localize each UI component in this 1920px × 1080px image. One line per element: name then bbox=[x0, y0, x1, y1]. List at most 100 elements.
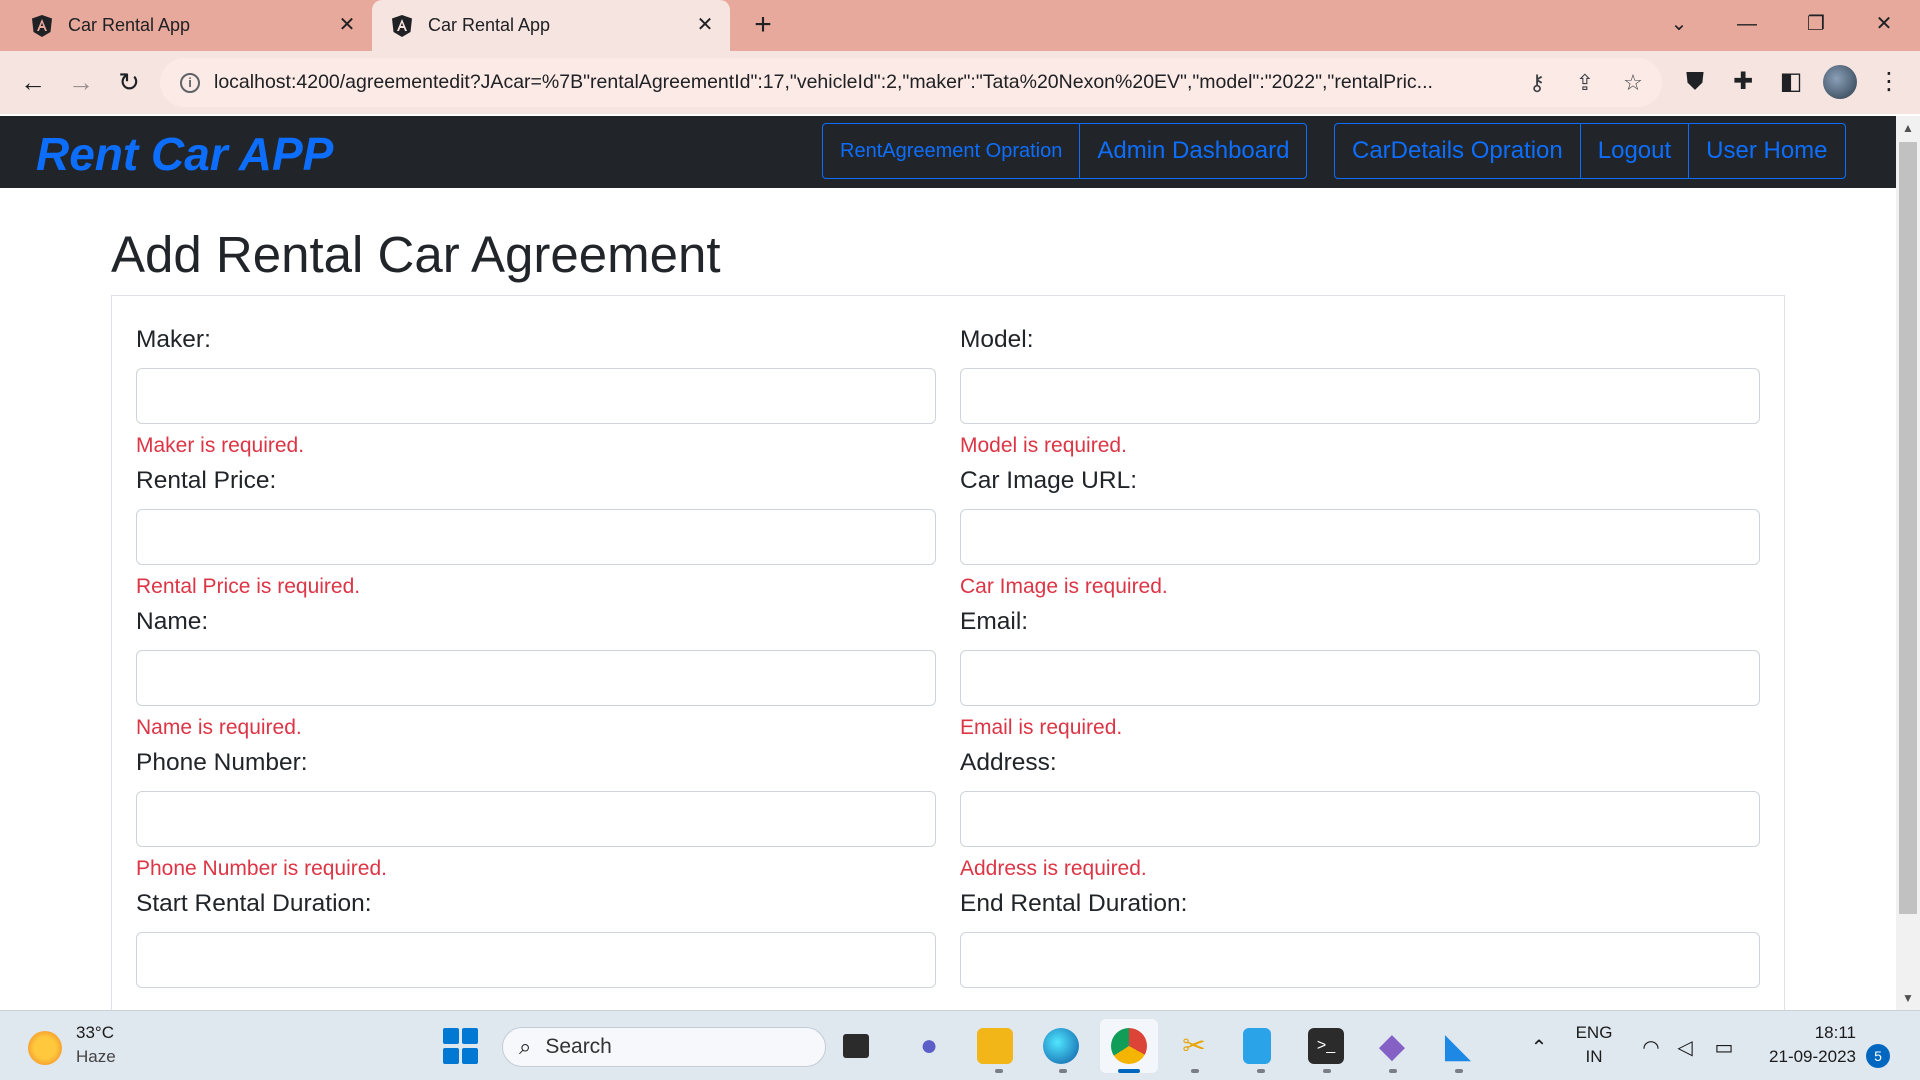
chrome-icon[interactable] bbox=[1111, 1028, 1147, 1064]
maker-error: Maker is required. bbox=[136, 434, 305, 457]
close-tab-icon[interactable]: ✕ bbox=[336, 14, 358, 36]
tab-search-chevron-icon[interactable]: ⌄ bbox=[1659, 8, 1699, 40]
email-input[interactable] bbox=[960, 650, 1760, 706]
phone-number-error: Phone Number is required. bbox=[136, 857, 387, 880]
side-panel-icon[interactable]: ◧ bbox=[1774, 65, 1808, 99]
edge-browser-icon[interactable] bbox=[1043, 1028, 1079, 1064]
profile-avatar[interactable] bbox=[1823, 65, 1857, 99]
terminal-icon[interactable]: >_ bbox=[1308, 1028, 1344, 1064]
restore-icon[interactable]: ❐ bbox=[1796, 8, 1836, 40]
reload-icon[interactable]: ↻ bbox=[110, 63, 148, 101]
wifi-icon[interactable]: ◠ bbox=[1638, 1035, 1664, 1060]
snipping-tool-icon[interactable]: ✂ bbox=[1176, 1028, 1212, 1064]
start-rental-duration-label: Start Rental Duration: bbox=[136, 890, 372, 917]
browser-tab-1[interactable]: Car Rental App ✕ bbox=[0, 0, 372, 51]
app-navbar: Rent Car APP RentAgreement Opration Admi… bbox=[0, 116, 1896, 188]
model-error: Model is required. bbox=[960, 434, 1127, 457]
site-info-icon[interactable]: i bbox=[180, 72, 200, 93]
browser-tab-2-active[interactable]: Car Rental App ✕ bbox=[372, 0, 730, 51]
admin-dashboard-button[interactable]: Admin Dashboard bbox=[1080, 124, 1306, 178]
new-tab-button[interactable]: + bbox=[748, 10, 778, 40]
battery-icon[interactable]: ▭ bbox=[1711, 1035, 1737, 1060]
notification-badge[interactable]: 5 bbox=[1866, 1044, 1890, 1068]
weather-description[interactable]: Haze bbox=[76, 1047, 116, 1067]
search-label: Search bbox=[545, 1035, 612, 1058]
language-code[interactable]: ENG bbox=[1574, 1023, 1614, 1043]
nav-button-group-2: CarDetails Opration Logout User Home bbox=[1334, 123, 1846, 179]
extensions-puzzle-icon[interactable]: ✚ bbox=[1726, 65, 1760, 99]
email-label: Email: bbox=[960, 608, 1029, 635]
taskbar-search[interactable]: ⌕ Search bbox=[502, 1027, 826, 1067]
chevron-up-icon[interactable]: ⌃ bbox=[1526, 1035, 1552, 1060]
email-error: Email is required. bbox=[960, 716, 1123, 739]
rentagreement-opration-button[interactable]: RentAgreement Opration bbox=[823, 124, 1081, 178]
teams-chat-icon[interactable]: ● bbox=[911, 1028, 947, 1064]
windows-start-icon[interactable] bbox=[443, 1028, 479, 1064]
scroll-up-arrow-icon[interactable]: ▲ bbox=[1896, 116, 1920, 140]
window-close-icon[interactable]: ✕ bbox=[1864, 8, 1904, 40]
address-error: Address is required. bbox=[960, 857, 1147, 880]
maker-label: Maker: bbox=[136, 326, 211, 353]
clock-time[interactable]: 18:11 bbox=[1756, 1023, 1856, 1043]
end-rental-duration-input[interactable] bbox=[960, 932, 1760, 988]
running-indicator bbox=[1389, 1069, 1397, 1073]
minimize-icon[interactable]: — bbox=[1727, 8, 1767, 40]
angular-icon bbox=[32, 14, 52, 37]
vscode-icon[interactable]: ◣ bbox=[1440, 1028, 1476, 1064]
weather-temperature[interactable]: 33°C bbox=[76, 1023, 114, 1043]
active-indicator bbox=[1118, 1069, 1140, 1073]
search-icon: ⌕ bbox=[519, 1034, 532, 1059]
back-arrow-icon[interactable]: ← bbox=[14, 63, 52, 101]
running-indicator bbox=[1257, 1069, 1265, 1073]
bookmark-star-icon[interactable]: ☆ bbox=[1620, 70, 1646, 96]
tab-title: Car Rental App bbox=[428, 15, 551, 35]
rental-price-input[interactable] bbox=[136, 509, 936, 565]
browser-toolbar: ← → ↻ i localhost:4200/agreementedit?JAc… bbox=[0, 51, 1920, 114]
windows-taskbar: 33°C Haze ⌕ Search ● ✂ >_ ◆ ◣ ⌃ ENG IN ◠… bbox=[0, 1010, 1920, 1080]
share-icon[interactable]: ⇪ bbox=[1572, 70, 1598, 96]
running-indicator bbox=[1191, 1069, 1199, 1073]
visual-studio-icon[interactable]: ◆ bbox=[1374, 1028, 1410, 1064]
name-input[interactable] bbox=[136, 650, 936, 706]
car-image-error: Car Image is required. bbox=[960, 575, 1168, 598]
browser-tabstrip: Car Rental App ✕ Car Rental App ✕ + ⌄ — … bbox=[0, 0, 1920, 51]
key-icon[interactable]: ⚷ bbox=[1524, 70, 1550, 96]
language-region[interactable]: IN bbox=[1574, 1047, 1614, 1067]
scrollbar-thumb[interactable] bbox=[1899, 142, 1917, 914]
car-image-url-label: Car Image URL: bbox=[960, 467, 1138, 494]
volume-icon[interactable]: ◁ bbox=[1672, 1035, 1698, 1060]
phone-number-input[interactable] bbox=[136, 791, 936, 847]
model-input[interactable] bbox=[960, 368, 1760, 424]
maker-input[interactable] bbox=[136, 368, 936, 424]
tab-title: Car Rental App bbox=[68, 15, 191, 35]
file-explorer-icon[interactable] bbox=[977, 1028, 1013, 1064]
notepad-icon[interactable] bbox=[1243, 1028, 1271, 1064]
weather-sun-icon[interactable] bbox=[28, 1031, 62, 1065]
end-rental-duration-label: End Rental Duration: bbox=[960, 890, 1188, 917]
rental-price-label: Rental Price: bbox=[136, 467, 277, 494]
user-home-button[interactable]: User Home bbox=[1689, 124, 1844, 178]
logout-button[interactable]: Logout bbox=[1581, 124, 1690, 178]
task-view-icon[interactable] bbox=[843, 1034, 869, 1058]
angular-icon bbox=[392, 14, 412, 37]
forward-arrow-icon[interactable]: → bbox=[62, 63, 100, 101]
extension-shield-icon[interactable]: ⛊ bbox=[1678, 65, 1712, 99]
brand-logo[interactable]: Rent Car APP bbox=[36, 127, 333, 181]
scroll-down-arrow-icon[interactable]: ▼ bbox=[1896, 986, 1920, 1010]
name-label: Name: bbox=[136, 608, 209, 635]
close-tab-icon[interactable]: ✕ bbox=[694, 14, 716, 36]
phone-number-label: Phone Number: bbox=[136, 749, 308, 776]
nav-button-group-1: RentAgreement Opration Admin Dashboard bbox=[822, 123, 1308, 179]
address-input[interactable] bbox=[960, 791, 1760, 847]
clock-date[interactable]: 21-09-2023 bbox=[1756, 1047, 1856, 1067]
address-label: Address: bbox=[960, 749, 1057, 776]
running-indicator bbox=[1059, 1069, 1067, 1073]
url-text[interactable]: localhost:4200/agreementedit?JAcar=%7B"r… bbox=[214, 71, 1532, 94]
car-image-url-input[interactable] bbox=[960, 509, 1760, 565]
cardetails-opration-button[interactable]: CarDetails Opration bbox=[1335, 124, 1581, 178]
start-rental-duration-input[interactable] bbox=[136, 932, 936, 988]
model-label: Model: bbox=[960, 326, 1034, 353]
menu-dots-icon[interactable]: ⋮ bbox=[1872, 65, 1906, 99]
agreement-form-card: Maker: Maker is required. Model: Model i… bbox=[111, 295, 1785, 1015]
address-bar[interactable]: i localhost:4200/agreementedit?JAcar=%7B… bbox=[160, 58, 1662, 107]
